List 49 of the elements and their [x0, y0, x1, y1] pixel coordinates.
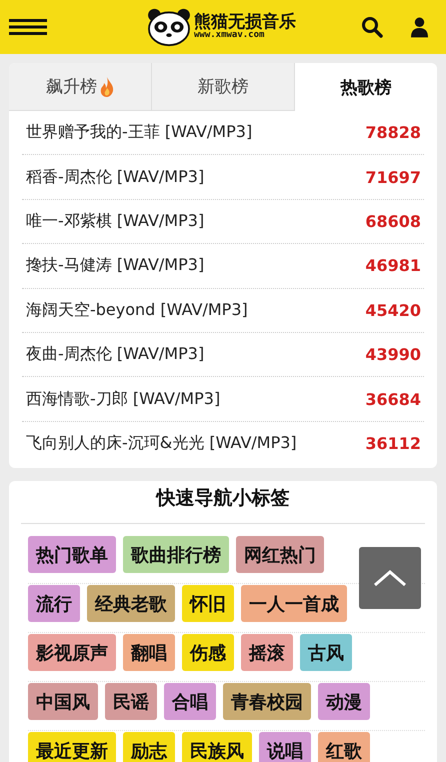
song-link[interactable]: 西海情歌-刀郎 [WAV/MP3] [26, 388, 220, 410]
tag-link[interactable]: 网红热门 [236, 536, 324, 574]
play-count: 78828 [365, 123, 422, 142]
tag-link[interactable]: 一人一首成 [241, 585, 347, 622]
song-link[interactable]: 海阔天空-beyond [WAV/MP3] [26, 300, 248, 321]
menu-icon[interactable] [9, 19, 47, 35]
tag-link[interactable]: 青春校园 [223, 683, 311, 720]
play-count: 36684 [365, 390, 422, 409]
section-title: 快速导航小标签 [21, 485, 425, 524]
tag-link[interactable]: 民谣 [105, 683, 157, 720]
song-link[interactable]: 搀扶-马健涛 [WAV/MP3] [26, 255, 204, 276]
chevron-up-icon [373, 569, 407, 588]
user-icon[interactable] [411, 16, 428, 38]
play-count: 71697 [365, 168, 422, 187]
tag-link[interactable]: 经典老歌 [87, 585, 175, 622]
tag-link[interactable]: 歌曲排行榜 [123, 536, 229, 574]
song-link[interactable]: 世界赠予我的-王菲 [WAV/MP3] [26, 122, 252, 144]
song-link[interactable]: 唯一-邓紫棋 [WAV/MP3] [26, 210, 204, 232]
logo-title: 熊猫无损音乐 [194, 12, 296, 32]
play-count: 46981 [365, 256, 422, 276]
tag-link[interactable]: 说唱 [259, 732, 311, 762]
tag-link[interactable]: 动漫 [318, 683, 370, 720]
tag-link[interactable]: 最近更新 [28, 732, 116, 762]
tag-link[interactable]: 翻唱 [123, 634, 175, 672]
tag-link[interactable]: 热门歌单 [28, 536, 116, 574]
tag-link[interactable]: 伤感 [182, 634, 234, 672]
play-count: 68608 [365, 212, 422, 231]
scroll-top-button[interactable] [359, 547, 421, 610]
tag-link[interactable]: 古风 [300, 634, 352, 672]
tag-link[interactable]: 怀旧 [182, 585, 234, 622]
panda-logo-icon [146, 7, 192, 47]
tag-link[interactable]: 流行 [28, 585, 80, 622]
chart-tab[interactable]: 新歌榜 [152, 63, 295, 111]
tag-link[interactable]: 励志 [123, 732, 175, 762]
play-count: 36112 [365, 434, 422, 453]
tag-link[interactable]: 红歌 [318, 732, 370, 762]
song-link[interactable]: 夜曲-周杰伦 [WAV/MP3] [26, 344, 204, 366]
song-link[interactable]: 稻香-周杰伦 [WAV/MP3] [26, 166, 204, 188]
tag-link[interactable]: 中国风 [28, 683, 98, 720]
chart-tab[interactable]: 飙升榜 [9, 63, 152, 111]
tag-link[interactable]: 摇滚 [241, 634, 293, 672]
search-icon[interactable] [361, 16, 383, 38]
tag-link[interactable]: 影视原声 [28, 634, 116, 672]
play-count: 43990 [365, 345, 422, 364]
tag-link[interactable]: 合唱 [164, 683, 216, 720]
song-link[interactable]: 飞向别人的床-沉珂&光光 [WAV/MP3] [26, 432, 297, 454]
tag-link[interactable]: 民族风 [182, 732, 252, 762]
play-count: 45420 [365, 300, 422, 320]
logo-url: www.xmwav.com [194, 31, 266, 42]
